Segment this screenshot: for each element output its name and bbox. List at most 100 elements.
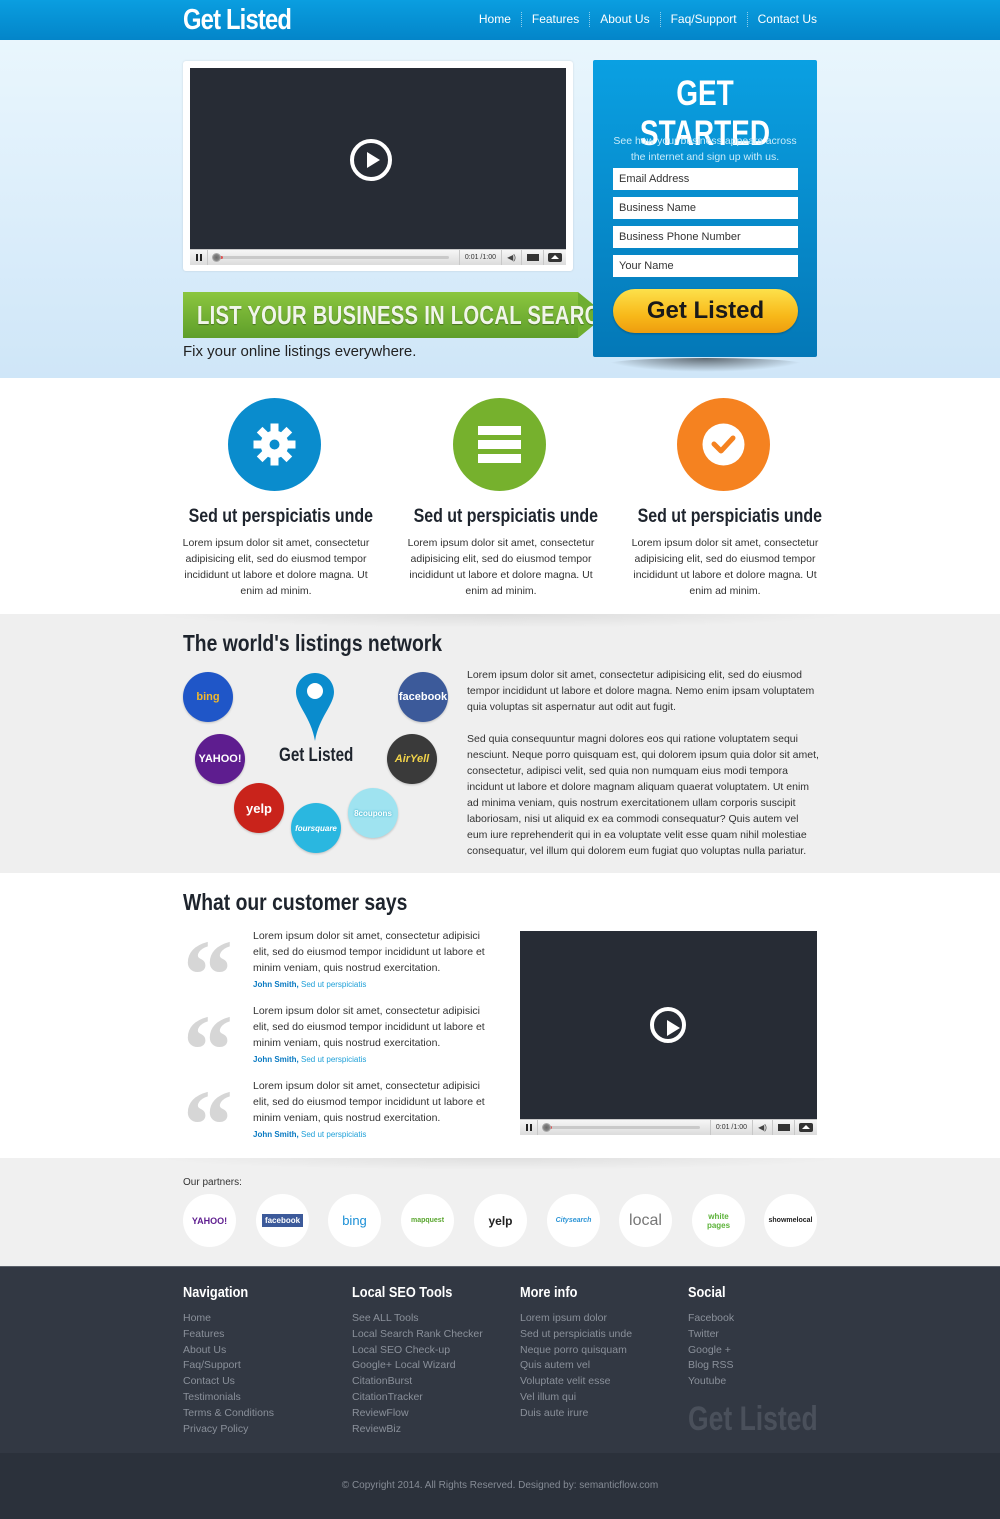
nav-contact-us[interactable]: Contact Us <box>746 12 817 27</box>
footer-column-navigation: Navigation Home Features About Us Faq/Su… <box>183 1284 274 1437</box>
nav-about-us[interactable]: About Us <box>589 12 659 27</box>
footer-link[interactable]: About Us <box>183 1343 274 1359</box>
video-screen[interactable] <box>190 68 566 249</box>
footer-link[interactable]: Home <box>183 1311 274 1327</box>
video-seek-bar[interactable] <box>538 1120 711 1135</box>
section-title: The world's listings network <box>183 630 443 656</box>
business-phone-field[interactable] <box>613 226 798 248</box>
partners-section: Our partners: YAHOO! facebook bing mapqu… <box>0 1158 1000 1266</box>
video-time: 0:01 /1:00 <box>460 250 502 265</box>
footer-link[interactable]: Testimonials <box>183 1390 274 1406</box>
hero-section: 0:01 /1:00 ◀) LIST YOUR BUSINESS IN LOCA… <box>0 40 1000 378</box>
partner-facebook[interactable]: facebook <box>256 1194 309 1247</box>
nav-faq-support[interactable]: Faq/Support <box>659 12 747 27</box>
network-center-label: Get Listed <box>279 745 354 766</box>
footer-link[interactable]: CitationBurst <box>352 1374 483 1390</box>
footer-heading: Navigation <box>183 1284 249 1301</box>
footer-link-facebook[interactable]: Facebook <box>688 1311 734 1327</box>
seek-handle[interactable] <box>542 1123 551 1132</box>
banner-text: LIST YOUR BUSINESS IN LOCAL SEARCH <box>197 300 615 330</box>
footer-link[interactable]: Contact Us <box>183 1374 274 1390</box>
footer-link[interactable]: CitationTracker <box>352 1390 483 1406</box>
check-circle-icon <box>702 423 745 466</box>
8coupons-logo: 8coupons <box>348 788 398 838</box>
partner-whitepages[interactable]: white pages <box>692 1194 745 1247</box>
features-section: Sed ut perspiciatis unde Lorem ipsum dol… <box>0 378 1000 614</box>
video-seek-bar[interactable] <box>208 250 460 265</box>
email-field[interactable] <box>613 168 798 190</box>
footer-link[interactable]: Faq/Support <box>183 1358 274 1374</box>
footer-link[interactable]: Neque porro quisquam <box>520 1343 632 1359</box>
feature-icon-circle <box>228 398 321 491</box>
testimonial-text: Lorem ipsum dolor sit amet, consectetur … <box>253 1080 485 1124</box>
footer-link-youtube[interactable]: Youtube <box>688 1374 734 1390</box>
footer-link[interactable]: Sed ut perspiciatis unde <box>520 1327 632 1343</box>
widescreen-icon[interactable] <box>773 1120 795 1135</box>
facebook-logo: facebook <box>398 672 448 722</box>
footer-link[interactable]: ReviewFlow <box>352 1406 483 1422</box>
footer-link[interactable]: Vel illum qui <box>520 1390 632 1406</box>
footer-link-twitter[interactable]: Twitter <box>688 1327 734 1343</box>
footer-link[interactable]: Terms & Conditions <box>183 1406 274 1422</box>
partner-yahoo[interactable]: YAHOO! <box>183 1194 236 1247</box>
testimonial-video-player: 0:01 /1:00 ◀) <box>520 931 817 1135</box>
footer-link[interactable]: Privacy Policy <box>183 1422 274 1438</box>
pause-button[interactable] <box>190 250 208 265</box>
footer-column-more-info: More info Lorem ipsum dolor Sed ut persp… <box>520 1284 632 1422</box>
partner-bing[interactable]: bing <box>328 1194 381 1247</box>
video-screen[interactable] <box>520 931 817 1119</box>
hero-subtitle: Fix your online listings everywhere. <box>183 343 417 360</box>
footer-link[interactable]: Quis autem vel <box>520 1358 632 1374</box>
copyright-bar: © Copyright 2014. All Rights Reserved. D… <box>0 1453 1000 1519</box>
network-paragraph: Sed quia consequuntur magni dolores eos … <box>467 733 819 857</box>
fullscreen-icon[interactable] <box>544 250 566 265</box>
get-listed-button[interactable]: Get Listed <box>613 289 798 333</box>
hero-video-player: 0:01 /1:00 ◀) <box>183 61 573 271</box>
footer-link[interactable]: Duis aute irure <box>520 1406 632 1422</box>
footer-link[interactable]: Voluptate velit esse <box>520 1374 632 1390</box>
listings-network-section: The world's listings network bing facebo… <box>0 614 1000 873</box>
volume-icon[interactable]: ◀) <box>753 1120 773 1135</box>
map-pin-icon <box>296 673 334 741</box>
seek-handle[interactable] <box>212 253 221 262</box>
footer: Navigation Home Features About Us Faq/Su… <box>0 1266 1000 1453</box>
foursquare-logo: foursquare <box>291 803 341 853</box>
partner-showmelocal[interactable]: showmelocal <box>764 1194 817 1247</box>
footer-link[interactable]: Features <box>183 1327 274 1343</box>
gear-icon <box>253 423 296 466</box>
video-controls: 0:01 /1:00 ◀) <box>520 1119 817 1135</box>
yelp-logo: yelp <box>234 783 284 833</box>
section-title: What our customer says <box>183 889 408 915</box>
partner-local[interactable]: local <box>619 1194 672 1247</box>
yahoo-logo: YAHOO! <box>195 734 245 784</box>
fullscreen-icon[interactable] <box>795 1120 817 1135</box>
nav-features[interactable]: Features <box>520 12 589 27</box>
logo[interactable]: Get Listed <box>183 4 292 37</box>
play-icon[interactable] <box>650 1007 686 1043</box>
footer-link[interactable]: ReviewBiz <box>352 1422 483 1438</box>
footer-link[interactable]: See ALL Tools <box>352 1311 483 1327</box>
partner-yelp[interactable]: yelp <box>474 1194 527 1247</box>
business-name-field[interactable] <box>613 197 798 219</box>
footer-link[interactable]: Local Search Rank Checker <box>352 1327 483 1343</box>
footer-heading: More info <box>520 1284 578 1301</box>
footer-link-blog-rss[interactable]: Blog RSS <box>688 1358 734 1374</box>
footer-column-social: Social Facebook Twitter Google + Blog RS… <box>688 1284 734 1390</box>
partner-citysearch[interactable]: Citysearch <box>547 1194 600 1247</box>
volume-icon[interactable]: ◀) <box>502 250 522 265</box>
play-icon[interactable] <box>350 139 392 181</box>
nav-home[interactable]: Home <box>469 12 521 27</box>
footer-link[interactable]: Local SEO Check-up <box>352 1343 483 1359</box>
video-controls: 0:01 /1:00 ◀) <box>190 249 566 265</box>
main-nav: Home Features About Us Faq/Support Conta… <box>469 12 817 27</box>
your-name-field[interactable] <box>613 255 798 277</box>
footer-link[interactable]: Lorem ipsum dolor <box>520 1311 632 1327</box>
widescreen-icon[interactable] <box>522 250 544 265</box>
footer-link-google-plus[interactable]: Google + <box>688 1343 734 1359</box>
testimonial-author: John Smith, Sed ut perspiciatis <box>253 1130 367 1139</box>
video-time: 0:01 /1:00 <box>711 1120 753 1135</box>
partner-mapquest[interactable]: mapquest <box>401 1194 454 1247</box>
pause-button[interactable] <box>520 1120 538 1135</box>
signup-shadow <box>603 358 808 372</box>
footer-link[interactable]: Google+ Local Wizard <box>352 1358 483 1374</box>
